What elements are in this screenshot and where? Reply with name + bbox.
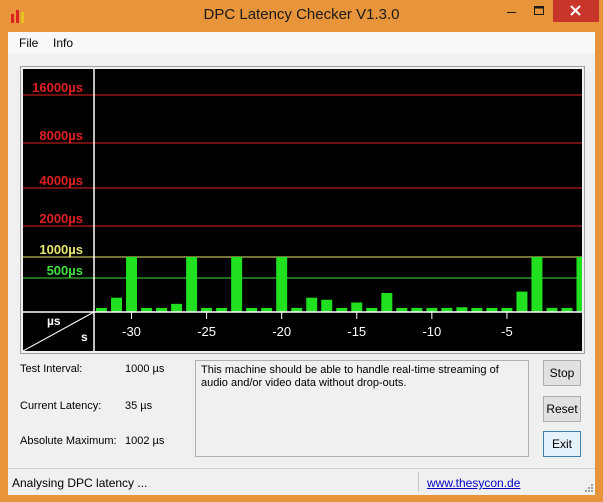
reset-button[interactable]: Reset xyxy=(543,396,581,422)
exit-button[interactable]: Exit xyxy=(543,431,581,457)
status-bar: Analysing DPC latency ... www.thesycon.d… xyxy=(8,468,595,495)
corner-label-us: µs xyxy=(47,314,61,328)
y-tick-label: 8000µs xyxy=(39,128,83,143)
latency-bar xyxy=(531,257,543,312)
latency-bar xyxy=(186,257,198,312)
latency-chart: 16000µs8000µs4000µs2000µs1000µs500µs µs … xyxy=(23,69,582,351)
current-latency-value: 35 µs xyxy=(125,400,153,412)
absolute-maximum-label: Absolute Maximum: xyxy=(20,435,117,447)
latency-bar xyxy=(351,302,363,312)
maximize-icon xyxy=(534,6,544,15)
absolute-maximum-value: 1002 µs xyxy=(125,435,165,447)
y-tick-label: 16000µs xyxy=(32,80,83,95)
y-tick-label: 1000µs xyxy=(39,242,83,257)
maximize-button[interactable] xyxy=(525,0,553,22)
x-tick-label: -10 xyxy=(422,324,441,339)
current-latency-label: Current Latency: xyxy=(20,400,102,412)
y-tick-label: 500µs xyxy=(47,263,83,278)
close-button[interactable] xyxy=(553,0,599,22)
latency-bar xyxy=(321,299,333,312)
resize-grip-icon[interactable] xyxy=(582,481,594,493)
latency-bar xyxy=(576,257,582,312)
minimize-icon xyxy=(507,12,516,13)
corner-label-s: s xyxy=(81,330,88,344)
latency-bar xyxy=(231,257,243,312)
result-message: This machine should be able to handle re… xyxy=(195,360,529,457)
menu-bar: File Info xyxy=(8,32,595,54)
latency-bar xyxy=(171,303,183,312)
stop-button[interactable]: Stop xyxy=(543,360,581,386)
test-interval-value: 1000 µs xyxy=(125,363,165,375)
app-window: DPC Latency Checker V1.3.0 File Info 160… xyxy=(0,0,603,502)
test-interval-label: Test Interval: xyxy=(20,363,83,375)
x-tick-label: -15 xyxy=(347,324,366,339)
y-tick-label: 4000µs xyxy=(39,173,83,188)
x-tick-label: -5 xyxy=(501,324,513,339)
y-tick-label: 2000µs xyxy=(39,211,83,226)
minimize-button[interactable] xyxy=(497,0,525,22)
latency-bar xyxy=(276,257,288,312)
client-area: File Info 16000µs 8000µs 4000µs 2000µs 1000µ… xyxy=(8,32,595,495)
latency-bar xyxy=(306,297,318,312)
x-tick-label: -30 xyxy=(122,324,141,339)
latency-bar xyxy=(381,292,393,312)
status-divider xyxy=(418,472,419,492)
website-link[interactable]: www.thesycon.de xyxy=(427,476,520,490)
status-text: Analysing DPC latency ... xyxy=(12,476,148,490)
menu-info[interactable]: Info xyxy=(53,36,73,50)
latency-bar xyxy=(516,291,528,312)
latency-bar xyxy=(111,297,123,312)
title-bar[interactable]: DPC Latency Checker V1.3.0 xyxy=(0,0,603,32)
x-tick-label: -20 xyxy=(272,324,291,339)
close-icon xyxy=(570,5,581,16)
menu-file[interactable]: File xyxy=(19,36,38,50)
latency-bar xyxy=(126,257,138,312)
x-tick-label: -25 xyxy=(197,324,216,339)
